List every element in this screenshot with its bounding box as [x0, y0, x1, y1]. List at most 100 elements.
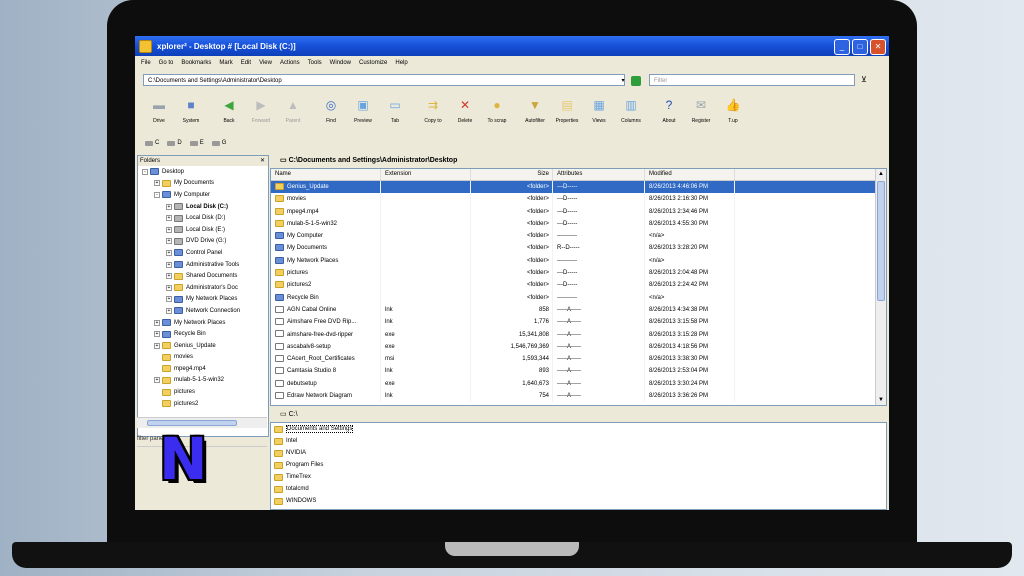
- find-button[interactable]: ◎ Find: [315, 96, 347, 124]
- table-row[interactable]: ascabalv8-setup exe 1,546,769,369 -----A---…: [271, 340, 886, 354]
- column-header-extension[interactable]: Extension: [381, 169, 471, 180]
- tree-item[interactable]: + DVD Drive (G:): [138, 236, 268, 248]
- tree-item[interactable]: + Local Disk (C:): [138, 201, 268, 213]
- close-button[interactable]: ✕: [870, 39, 886, 55]
- copy-to-button[interactable]: ⇉ Copy to: [417, 96, 449, 124]
- to-scrap-button[interactable]: ● To scrap: [481, 96, 513, 124]
- tab-button[interactable]: ▭ Tab: [379, 96, 411, 124]
- drive-e-button[interactable]: E: [189, 140, 204, 146]
- t-up-button[interactable]: 👍 T.up: [717, 96, 749, 124]
- minimize-button[interactable]: _: [834, 39, 850, 55]
- expand-icon[interactable]: +: [166, 226, 172, 233]
- columns-button[interactable]: ▥ Columns: [615, 96, 647, 124]
- table-row[interactable]: My Documents <folder> R--D----- 8/26/2013 3…: [271, 242, 886, 255]
- list-item[interactable]: totalcmd: [271, 483, 886, 495]
- scroll-down-icon[interactable]: ▼: [876, 395, 886, 405]
- delete-button[interactable]: ✕ Delete: [449, 96, 481, 124]
- column-header-modified[interactable]: Modified: [645, 169, 735, 180]
- expand-icon[interactable]: +: [166, 284, 172, 291]
- tree-item[interactable]: + Administrator's Doc: [138, 282, 268, 294]
- table-row[interactable]: AGN Cabal Online lnk 858 -----A----- 8/26/20…: [271, 303, 886, 317]
- funnel-icon[interactable]: ⊻: [861, 75, 867, 84]
- close-icon[interactable]: ✕: [260, 156, 265, 166]
- menu-actions[interactable]: Actions: [280, 60, 300, 66]
- tree-item[interactable]: + My Network Places: [138, 317, 268, 329]
- tree-item[interactable]: + My Documents: [138, 178, 268, 190]
- menu-window[interactable]: Window: [330, 60, 351, 66]
- expand-icon[interactable]: +: [166, 307, 172, 314]
- tree-item[interactable]: + Network Connection: [138, 305, 268, 317]
- properties-button[interactable]: ▤ Properties: [551, 96, 583, 124]
- table-row[interactable]: Recycle Bin <folder> ---------- <n/a>: [271, 291, 886, 304]
- forward-button[interactable]: ▶ Forward: [245, 96, 277, 124]
- expand-icon[interactable]: +: [166, 215, 172, 222]
- list-item[interactable]: TimeTrex: [271, 471, 886, 483]
- menu-tools[interactable]: Tools: [308, 60, 322, 66]
- drive-c-button[interactable]: C: [145, 140, 159, 146]
- expand-icon[interactable]: +: [154, 331, 160, 338]
- expand-icon[interactable]: +: [166, 203, 172, 210]
- tree-item[interactable]: + Control Panel: [138, 247, 268, 259]
- table-row[interactable]: pictures <folder> ---D----- 8/26/2013 2:04:…: [271, 267, 886, 280]
- autofilter-button[interactable]: ▼ Autofilter: [519, 96, 551, 124]
- table-row[interactable]: My Network Places <folder> ---------- <n/a>: [271, 254, 886, 268]
- menu-mark[interactable]: Mark: [219, 60, 232, 66]
- expand-icon[interactable]: +: [154, 342, 160, 349]
- back-button[interactable]: ◀ Back: [213, 96, 245, 124]
- collapse-icon[interactable]: -: [142, 168, 148, 175]
- table-row[interactable]: Genius_Update <folder> ---D----- 8/26/2013 …: [271, 181, 886, 194]
- expand-icon[interactable]: +: [166, 273, 172, 280]
- tree-item[interactable]: + Shared Documents: [138, 270, 268, 282]
- list-item[interactable]: Intel: [271, 435, 886, 447]
- list-item[interactable]: Program Files: [271, 459, 886, 471]
- tree-item[interactable]: + mulab-5-1-5-win32: [138, 375, 268, 387]
- about-button[interactable]: ? About: [653, 96, 685, 124]
- tree-item[interactable]: + Genius_Update: [138, 340, 268, 352]
- drive-d-button[interactable]: D: [167, 140, 182, 146]
- table-row[interactable]: debutsetup exe 1,640,673 -----A----- 8/26/20…: [271, 377, 886, 391]
- table-row[interactable]: Camtasia Studio 8 lnk 893 -----A----- 8/26/2…: [271, 365, 886, 378]
- drive-button[interactable]: ▬ Drive: [143, 96, 175, 124]
- menu-customize[interactable]: Customize: [359, 60, 387, 66]
- tree-item[interactable]: movies: [138, 352, 268, 364]
- table-row[interactable]: Edraw Network Diagram lnk 754 -----A----- 8/…: [271, 390, 886, 403]
- expand-icon[interactable]: +: [166, 296, 172, 303]
- tree-item[interactable]: + Local Disk (E:): [138, 224, 268, 236]
- expand-icon[interactable]: +: [154, 180, 160, 187]
- tree-item[interactable]: + My Network Places: [138, 294, 268, 306]
- tree-item[interactable]: + Administrative Tools: [138, 259, 268, 271]
- menu-view[interactable]: View: [259, 60, 272, 66]
- tree-item[interactable]: mpeg4.mp4: [138, 363, 268, 375]
- maximize-button[interactable]: □: [852, 39, 868, 55]
- tree-item[interactable]: pictures2: [138, 398, 268, 410]
- preview-button[interactable]: ▣ Preview: [347, 96, 379, 124]
- tree-item[interactable]: - My Computer: [138, 189, 268, 201]
- table-row[interactable]: aimshare-free-dvd-ripper exe 15,341,808 ---…: [271, 328, 886, 341]
- go-button[interactable]: [631, 76, 641, 86]
- tree-item[interactable]: + Local Disk (D:): [138, 212, 268, 224]
- title-bar[interactable]: xplorer² - Desktop # [Local Disk (C:)] _…: [135, 36, 889, 56]
- table-row[interactable]: My Computer <folder> ---------- <n/a>: [271, 230, 886, 243]
- expand-icon[interactable]: +: [154, 319, 160, 326]
- parent-button[interactable]: ▲ Parent: [277, 96, 309, 124]
- register-button[interactable]: ✉ Register: [685, 96, 717, 124]
- table-row[interactable]: mulab-5-1-5-win32 <folder> ---D----- 8/26/2…: [271, 217, 886, 231]
- menu-go-to[interactable]: Go to: [159, 60, 174, 66]
- scrollbar-thumb[interactable]: [877, 181, 885, 301]
- list-item[interactable]: NVIDIA: [271, 447, 886, 459]
- menu-file[interactable]: File: [141, 60, 151, 66]
- views-button[interactable]: ▦ Views: [583, 96, 615, 124]
- table-row[interactable]: pictures2 <folder> ---D----- 8/26/2013 2:24…: [271, 279, 886, 292]
- expand-icon[interactable]: +: [166, 238, 172, 245]
- tree-item[interactable]: pictures: [138, 386, 268, 398]
- list-item[interactable]: WINDOWS: [271, 495, 886, 507]
- address-input[interactable]: C:\Documents and Settings\Administrator\…: [143, 74, 625, 86]
- expand-icon[interactable]: +: [154, 377, 160, 384]
- scroll-up-icon[interactable]: ▲: [876, 169, 886, 179]
- table-row[interactable]: Aimshare Free DVD Rip... lnk 1,776 -----A--…: [271, 316, 886, 329]
- column-header-name[interactable]: Name: [271, 169, 381, 180]
- table-row[interactable]: mpeg4.mp4 <folder> ---D----- 8/26/2013 2:34…: [271, 205, 886, 218]
- table-row[interactable]: movies <folder> ---D----- 8/26/2013 2:16:30…: [271, 193, 886, 206]
- column-header-size[interactable]: Size: [471, 169, 553, 180]
- expand-icon[interactable]: +: [166, 261, 172, 268]
